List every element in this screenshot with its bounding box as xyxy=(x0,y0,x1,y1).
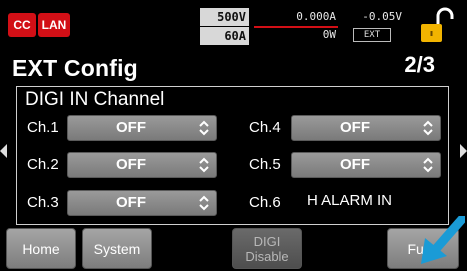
up-down-chevron-icon xyxy=(199,195,209,211)
ext-indicator: EXT xyxy=(353,28,391,42)
cc-mode-badge: CC xyxy=(8,13,36,37)
channel-value: OFF xyxy=(340,156,370,173)
padlock-unlocked-icon[interactable] xyxy=(418,6,458,44)
channel-label: Ch.3 xyxy=(27,194,59,211)
channel-value: OFF xyxy=(116,156,146,173)
channel-value: OFF xyxy=(116,119,146,136)
channel-label: Ch.6 xyxy=(249,194,281,211)
digi-disable-line2: Disable xyxy=(245,248,289,264)
up-down-chevron-icon xyxy=(199,120,209,136)
rated-voltage: 500V xyxy=(200,8,249,26)
channel-6-value: H ALARM IN xyxy=(307,192,393,209)
lan-badge: LAN xyxy=(38,13,70,37)
channel-4-select[interactable]: OFF xyxy=(291,115,441,141)
channel-3-select[interactable]: OFF xyxy=(67,190,217,216)
system-button[interactable]: System xyxy=(82,228,152,269)
voltage-readout: -0.05V xyxy=(362,10,402,23)
panel-heading: DIGI IN Channel xyxy=(25,89,165,110)
channel-5-select[interactable]: OFF xyxy=(291,152,441,178)
channel-label: Ch.2 xyxy=(27,156,59,173)
up-down-chevron-icon xyxy=(423,120,433,136)
up-down-chevron-icon xyxy=(199,157,209,173)
channel-label: Ch.4 xyxy=(249,119,281,136)
digi-disable-button[interactable]: DIGI Disable xyxy=(232,228,302,269)
channel-value: OFF xyxy=(340,119,370,136)
page-number: 2/3 xyxy=(404,52,435,77)
home-button[interactable]: Home xyxy=(6,228,76,269)
rated-current: 60A xyxy=(200,27,249,45)
channel-label: Ch.5 xyxy=(249,156,281,173)
status-bar: CC LAN 500V 60A 0.000A 0W -0.05V EXT xyxy=(0,0,467,52)
next-page-arrow-icon[interactable] xyxy=(460,144,467,158)
digi-disable-line1: DIGI xyxy=(253,233,281,249)
channel-label: Ch.1 xyxy=(27,119,59,136)
power-readout: 0W xyxy=(322,28,336,41)
up-down-chevron-icon xyxy=(423,157,433,173)
prev-page-arrow-icon[interactable] xyxy=(0,144,7,158)
current-readout: 0.000A xyxy=(296,10,336,23)
page-title: EXT Config xyxy=(12,55,138,81)
channel-2-select[interactable]: OFF xyxy=(67,152,217,178)
digi-in-channel-panel: DIGI IN Channel Ch.1 OFF Ch.2 OFF Ch.3 O… xyxy=(16,86,449,225)
channel-value: OFF xyxy=(116,194,146,211)
channel-1-select[interactable]: OFF xyxy=(67,115,217,141)
pointer-arrow-icon xyxy=(421,216,465,264)
